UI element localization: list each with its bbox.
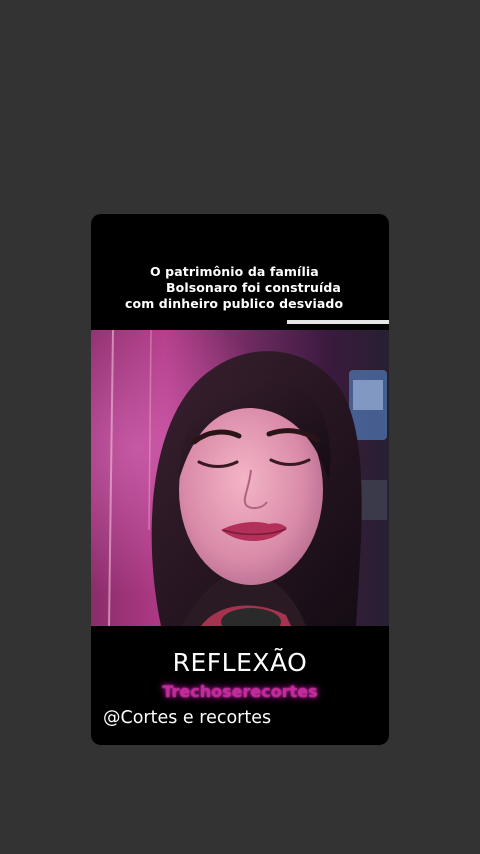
video-card[interactable]: O patrimônio da família Bolsonaro foi co…: [91, 214, 389, 745]
channel-handle[interactable]: @Cortes e recortes: [103, 708, 271, 728]
caption-line-2: Bolsonaro foi construída: [166, 280, 341, 295]
caption-line-3: com dinheiro publico desviado: [125, 296, 344, 311]
title-text: REFLEXÃO: [172, 648, 308, 677]
person-illustration: [91, 330, 389, 626]
subtitle-text: Trechoserecortes: [162, 682, 318, 701]
video-frame[interactable]: [91, 330, 389, 626]
progress-bar: [287, 320, 389, 324]
caption-line-1: O patrimônio da família: [150, 264, 319, 279]
